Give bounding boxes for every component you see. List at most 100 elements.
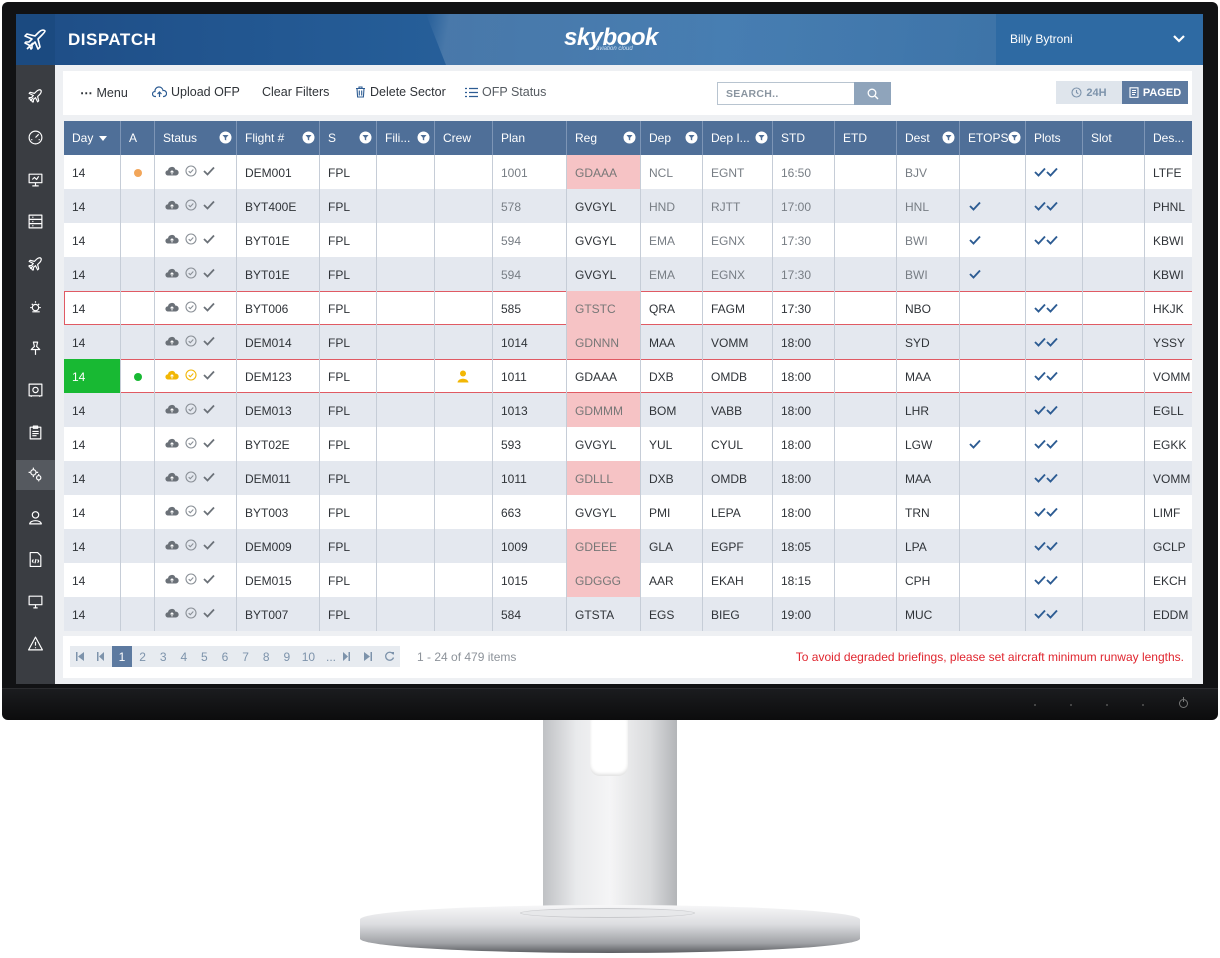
filter-icon[interactable] — [219, 131, 232, 144]
page-9[interactable]: 9 — [277, 646, 297, 667]
sidebar-item-presentation[interactable] — [16, 164, 55, 194]
column-header-slot[interactable]: Slot — [1083, 121, 1145, 155]
prev-page-icon[interactable] — [90, 646, 110, 667]
clear-filters-button[interactable]: Clear Filters — [262, 85, 329, 99]
status-icons[interactable] — [165, 233, 215, 245]
filter-icon[interactable] — [942, 131, 955, 144]
sidebar-item-weather[interactable] — [16, 291, 55, 321]
double-check-icon[interactable] — [1034, 541, 1060, 551]
double-check-icon[interactable] — [1034, 609, 1060, 619]
sidebar-item-safe[interactable] — [16, 375, 55, 405]
sidebar-item-user[interactable] — [16, 502, 55, 532]
filter-icon[interactable] — [417, 131, 430, 144]
filter-icon[interactable] — [685, 131, 698, 144]
page-5[interactable]: 5 — [194, 646, 214, 667]
table-row[interactable]: 14 BYT007 FPL 584 GTSTA EGS BIEG 19:00 MUC EDDM — [64, 597, 1192, 631]
table-row[interactable]: 14 BYT400E FPL 578 GVGYL HND RJTT 17:00 HNL PHNL — [64, 189, 1192, 223]
upload-ofp-button[interactable]: Upload OFP — [152, 85, 240, 99]
status-icons[interactable] — [165, 471, 215, 483]
user-menu[interactable]: Billy Bytroni — [996, 14, 1203, 65]
filter-icon[interactable] — [359, 131, 372, 144]
column-header-des[interactable]: Des... — [1145, 121, 1192, 155]
sort-desc-icon[interactable] — [99, 136, 108, 142]
column-header-etops[interactable]: ETOPS — [960, 121, 1026, 155]
search-input[interactable]: SEARCH.. — [717, 82, 855, 105]
table-row[interactable]: 14 BYT01E FPL 594 GVGYL EMA EGNX 17:30 BWI KBWI — [64, 257, 1192, 291]
sidebar-item-list-board[interactable] — [16, 207, 55, 237]
status-icons[interactable] — [165, 301, 215, 313]
view-24h-toggle[interactable]: 24H — [1056, 81, 1122, 104]
search-button[interactable] — [854, 82, 891, 105]
double-check-icon[interactable] — [1034, 507, 1060, 517]
page-7[interactable]: 7 — [236, 646, 256, 667]
table-row[interactable]: 14 DEM009 FPL 1009 GDEEE GLA EGPF 18:05 LPA GCLP — [64, 529, 1192, 563]
status-icons[interactable] — [165, 437, 215, 449]
double-check-icon[interactable] — [1034, 405, 1060, 415]
column-header-dep[interactable]: Dep — [641, 121, 703, 155]
table-row[interactable]: 14 DEM015 FPL 1015 GDGGG AAR EKAH 18:15 CPH EKCH — [64, 563, 1192, 597]
double-check-icon[interactable] — [1034, 473, 1060, 483]
column-header-reg[interactable]: Reg — [567, 121, 641, 155]
column-header-dest[interactable]: Dest — [897, 121, 960, 155]
double-check-icon[interactable] — [1034, 201, 1060, 211]
filter-icon[interactable] — [302, 131, 315, 144]
column-header-flight[interactable]: Flight # — [237, 121, 320, 155]
table-row[interactable]: 14 DEM014 FPL 1014 GDNNN MAA VOMM 18:00 SYD YSSY — [64, 325, 1192, 359]
double-check-icon[interactable] — [1034, 575, 1060, 585]
sidebar-item-gears[interactable] — [16, 459, 55, 490]
status-icons[interactable] — [165, 369, 215, 381]
status-icons[interactable] — [165, 539, 215, 551]
table-row[interactable]: 14 BYT01E FPL 594 GVGYL EMA EGNX 17:30 BWI KBWI — [64, 223, 1192, 257]
table-row[interactable]: 14 BYT003 FPL 663 GVGYL PMI LEPA 18:00 TRN LIMF — [64, 495, 1192, 529]
first-page-icon[interactable] — [70, 646, 90, 667]
column-header-dep-i[interactable]: Dep I... — [703, 121, 773, 155]
refresh-icon[interactable] — [378, 646, 400, 667]
status-icons[interactable] — [165, 199, 215, 211]
page-2[interactable]: 2 — [133, 646, 153, 667]
page-10[interactable]: 10 — [297, 646, 319, 667]
table-row[interactable]: 14 DEM123 FPL 1011 GDAAA DXB OMDB 18:00 MAA VOMM — [64, 359, 1192, 393]
filter-icon[interactable] — [755, 131, 768, 144]
column-header-etd[interactable]: ETD — [835, 121, 897, 155]
double-check-icon[interactable] — [1034, 337, 1060, 347]
column-header-plots[interactable]: Plots — [1026, 121, 1083, 155]
view-paged-toggle[interactable]: PAGED — [1122, 81, 1188, 104]
filter-icon[interactable] — [623, 131, 636, 144]
menu-button[interactable]: ⋯ Menu — [80, 85, 128, 101]
double-check-icon[interactable] — [1034, 303, 1060, 313]
table-row[interactable]: 14 BYT006 FPL 585 GTSTC QRA FAGM 17:30 NBO HKJK — [64, 291, 1192, 325]
filter-icon[interactable] — [1008, 131, 1021, 144]
column-header-s[interactable]: S — [320, 121, 377, 155]
column-header-plan[interactable]: Plan — [493, 121, 567, 155]
next-page-icon[interactable] — [337, 646, 357, 667]
page-8[interactable]: 8 — [256, 646, 276, 667]
column-header-status[interactable]: Status — [155, 121, 237, 155]
sidebar-item-pin[interactable] — [16, 333, 55, 363]
column-header-std[interactable]: STD — [773, 121, 835, 155]
double-check-icon[interactable] — [1034, 235, 1060, 245]
sidebar-item-clipboard[interactable] — [16, 418, 55, 448]
last-page-icon[interactable] — [358, 646, 378, 667]
column-header-a[interactable]: A — [121, 121, 155, 155]
table-row[interactable]: 14 BYT02E FPL 593 GVGYL YUL CYUL 18:00 LGW EGKK — [64, 427, 1192, 461]
status-icons[interactable] — [165, 267, 215, 279]
page-4[interactable]: 4 — [174, 646, 194, 667]
sidebar-item-code-file[interactable] — [16, 544, 55, 574]
status-icons[interactable] — [165, 573, 215, 585]
status-icons[interactable] — [165, 607, 215, 619]
table-row[interactable]: 14 DEM013 FPL 1013 GDMMM BOM VABB 18:00 LHR EGLL — [64, 393, 1192, 427]
column-header-crew[interactable]: Crew — [435, 121, 493, 155]
page-3[interactable]: 3 — [153, 646, 173, 667]
delete-sector-button[interactable]: Delete Sector — [355, 85, 446, 99]
sidebar-item-monitor[interactable] — [16, 586, 55, 616]
sidebar-item-warning[interactable] — [16, 629, 55, 659]
column-header-fili[interactable]: Fili... — [377, 121, 435, 155]
sidebar-item-plane-crossed[interactable] — [16, 80, 55, 110]
table-row[interactable]: 14 DEM011 FPL 1011 GDLLL DXB OMDB 18:00 MAA VOMM — [64, 461, 1192, 495]
double-check-icon[interactable] — [1034, 439, 1060, 449]
sidebar-item-gauge[interactable] — [16, 122, 55, 152]
page-6[interactable]: 6 — [215, 646, 235, 667]
ofp-status-button[interactable]: OFP Status — [465, 85, 546, 99]
table-row[interactable]: 14 DEM001 FPL 1001 GDAAA NCL EGNT 16:50 BJV LTFE — [64, 155, 1192, 189]
app-logo[interactable] — [16, 14, 55, 65]
